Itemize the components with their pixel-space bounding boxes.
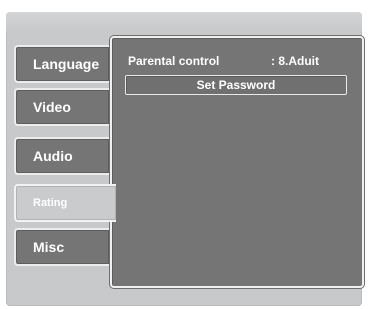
parental-control-label: Parental control bbox=[128, 54, 220, 68]
tab-video-label: Video bbox=[33, 99, 71, 115]
parental-control-row[interactable]: Parental control : 8.Aduit bbox=[128, 54, 350, 70]
rating-settings-panel: Parental control : 8.Aduit Set Password bbox=[110, 36, 364, 288]
tab-language-label: Language bbox=[33, 56, 100, 72]
parental-control-value: : 8.Aduit bbox=[271, 54, 319, 68]
tab-audio[interactable]: Audio bbox=[14, 137, 109, 175]
settings-menu-frame: Language Video Audio Rating Misc Parenta… bbox=[6, 12, 364, 306]
tab-misc-label: Misc bbox=[33, 239, 65, 255]
tab-rating-label: Rating bbox=[33, 197, 68, 209]
tab-audio-label: Audio bbox=[33, 148, 73, 164]
tab-language[interactable]: Language bbox=[14, 45, 109, 83]
menu-top-bar bbox=[6, 12, 362, 32]
tab-rating[interactable]: Rating bbox=[14, 184, 116, 222]
tab-video[interactable]: Video bbox=[14, 88, 109, 126]
tab-misc[interactable]: Misc bbox=[14, 228, 109, 266]
set-password-button[interactable]: Set Password bbox=[125, 75, 347, 95]
